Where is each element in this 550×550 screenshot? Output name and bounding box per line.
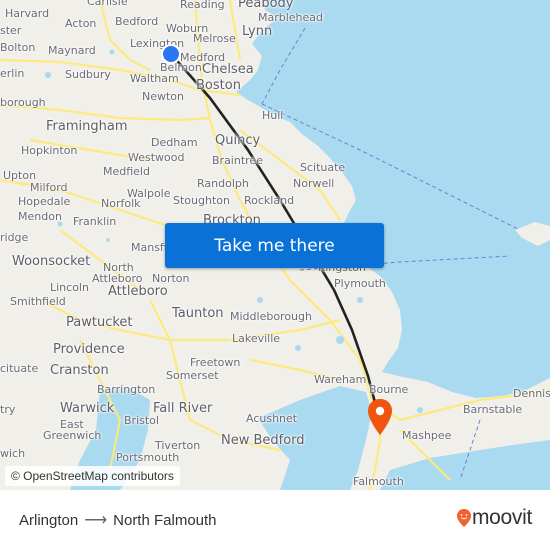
place-label: Woonsocket: [12, 254, 91, 269]
place-label: Westwood: [128, 151, 185, 164]
place-label: Wareham: [314, 373, 367, 386]
cape-cod-bay: [400, 262, 550, 388]
place-label: Attleboro: [92, 272, 143, 285]
provincetown: [515, 222, 550, 246]
place-label: Norton: [152, 272, 190, 285]
place-label: Middleborough: [230, 310, 312, 323]
footer: Arlington ⟶ North Falmouth moovit: [0, 490, 550, 550]
place-label: Providence: [53, 342, 125, 357]
take-me-there-button[interactable]: Take me there: [165, 223, 384, 268]
place-label: Quincy: [215, 133, 261, 148]
destination-name: North Falmouth: [113, 511, 217, 529]
origin-name: Arlington: [19, 511, 79, 529]
place-label: Barrington: [97, 383, 156, 396]
place-label: Maynard: [48, 44, 96, 57]
map-attribution[interactable]: © OpenStreetMap contributors: [5, 466, 180, 486]
place-label: cituate: [0, 362, 39, 375]
place-label: Medfield: [103, 165, 150, 178]
place-label: Somerset: [166, 369, 219, 382]
place-label: Carlisle: [87, 0, 128, 8]
place-label: Norfolk: [101, 197, 141, 210]
moovit-logo[interactable]: moovit: [456, 506, 532, 530]
place-label: Framingham: [46, 119, 128, 134]
destination-pin-icon[interactable]: [367, 398, 393, 436]
arrow-right-icon: ⟶: [84, 512, 108, 529]
place-label: Taunton: [172, 306, 224, 321]
place-label: Franklin: [73, 215, 117, 228]
place-label: Sudbury: [65, 68, 111, 81]
place-label: Peabody: [238, 0, 294, 11]
place-label: Dedham: [151, 136, 198, 149]
place-label: Harvard: [5, 7, 50, 20]
place-label: Bourne: [369, 383, 409, 396]
place-label: wich: [0, 447, 26, 460]
place-label: Hull: [262, 109, 284, 122]
place-label: Dennis: [513, 387, 550, 400]
place-label: Boston: [196, 78, 241, 93]
map[interactable]: Carlisle Harvard Reading Peabody Acton Bedfor…: [0, 0, 550, 490]
moovit-pin-icon: [456, 509, 471, 527]
place-label: Hopkinton: [21, 144, 78, 157]
place-label: Portsmouth: [116, 451, 180, 464]
route-title: Arlington ⟶ North Falmouth: [19, 510, 217, 530]
place-label: Tiverton: [155, 439, 201, 452]
place-label: Randolph: [197, 177, 249, 190]
place-label: Lincoln: [50, 281, 89, 294]
place-label: Greenwich: [43, 429, 102, 442]
place-label: Smithfield: [10, 295, 66, 308]
place-label: ster: [0, 24, 22, 37]
place-label: Chelsea: [202, 62, 254, 77]
place-label: Melrose: [193, 32, 236, 45]
place-label: Norwell: [293, 177, 335, 190]
place-label: Bolton: [0, 41, 36, 54]
place-label: borough: [0, 96, 46, 109]
place-label: Plymouth: [334, 277, 386, 290]
place-label: erlin: [0, 67, 25, 80]
place-label: Stoughton: [173, 194, 230, 207]
place-label: Bristol: [124, 414, 159, 427]
brand-wordmark: moovit: [471, 506, 532, 529]
place-label: Mashpee: [402, 429, 452, 442]
place-label: Hopedale: [18, 195, 71, 208]
place-label: Acton: [65, 17, 97, 30]
place-label: Warwick: [60, 401, 115, 416]
place-label: Falmouth: [353, 475, 404, 488]
place-label: New Bedford: [221, 433, 305, 448]
place-label: Waltham: [130, 72, 179, 85]
place-label: Attleboro: [108, 284, 168, 299]
place-label: ridge: [0, 231, 29, 244]
place-label: Cranston: [50, 363, 109, 378]
place-label: Marblehead: [258, 11, 324, 24]
place-label: Mendon: [18, 210, 62, 223]
place-label: Scituate: [300, 161, 346, 174]
place-label: Fall River: [153, 401, 213, 416]
place-label: Milford: [30, 181, 68, 194]
place-label: Freetown: [190, 356, 241, 369]
origin-marker[interactable]: [160, 43, 182, 65]
place-label: Lynn: [242, 24, 273, 39]
place-label: Reading: [180, 0, 225, 11]
place-label: Rockland: [244, 194, 295, 207]
place-label: Acushnet: [246, 412, 298, 425]
place-label: Braintree: [212, 154, 263, 167]
place-label: try: [0, 403, 16, 416]
place-label: Lakeville: [232, 332, 281, 345]
place-label: Upton: [3, 169, 37, 182]
place-label: Bedford: [115, 15, 159, 28]
place-label: Barnstable: [463, 403, 523, 416]
place-label: Newton: [142, 90, 185, 103]
place-label: Pawtucket: [66, 315, 133, 330]
